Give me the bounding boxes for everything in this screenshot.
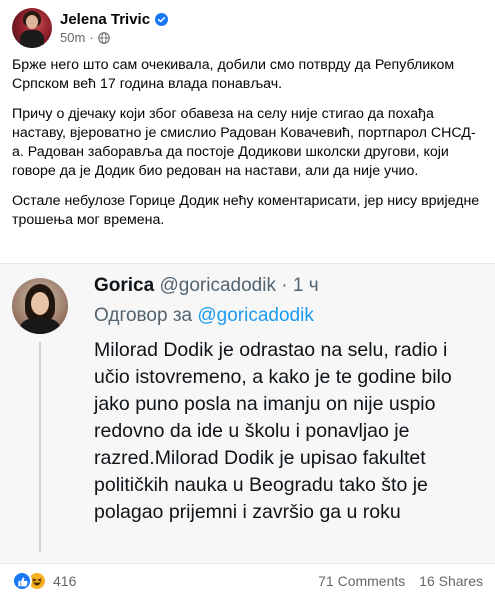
shares-count-link[interactable]: 16 Shares xyxy=(419,573,483,589)
embedded-tweet-screenshot[interactable]: Gorica @goricadodik · 1 ч Одговор за @go… xyxy=(0,263,495,564)
post-footer: 416 71 Comments 16 Shares xyxy=(12,566,483,596)
tweet-time: 1 ч xyxy=(292,275,319,296)
author-avatar[interactable] xyxy=(12,8,52,48)
post-text: Брже него што сам очекивала, добили смо … xyxy=(12,56,482,241)
tweet-separator: · xyxy=(281,275,288,296)
reply-mention: @goricadodik xyxy=(197,305,314,326)
post-paragraph: Брже него што сам очекивала, добили смо … xyxy=(12,57,455,92)
reactions-summary[interactable]: 416 xyxy=(12,571,76,591)
verified-badge-icon xyxy=(155,13,169,26)
facebook-post: Jelena Trivic 50m · Брже него што сам оч… xyxy=(0,0,495,603)
reply-prefix: Одговор за xyxy=(94,305,193,326)
tweet-handle: @goricadodik xyxy=(159,275,276,296)
reaction-count: 416 xyxy=(53,573,77,589)
post-paragraph: Остале небулозе Горице Додик нећу комент… xyxy=(12,193,480,228)
post-time-row: 50m · xyxy=(60,30,168,45)
tweet-author-name: Gorica xyxy=(94,275,155,296)
author-name[interactable]: Jelena Trivic xyxy=(60,11,150,28)
tweet-header: Gorica @goricadodik · 1 ч xyxy=(94,275,319,297)
comments-count-link[interactable]: 71 Comments xyxy=(318,573,405,589)
meta-separator: · xyxy=(89,30,94,45)
tweet-author-avatar xyxy=(12,278,68,334)
post-meta: Jelena Trivic 50m · xyxy=(60,11,169,45)
engagement-stats: 71 Comments 16 Shares xyxy=(318,573,483,589)
post-paragraph: Причу о дјечаку који због обавеза на сел… xyxy=(12,106,476,179)
like-reaction-icon xyxy=(12,571,32,591)
author-name-row: Jelena Trivic xyxy=(60,11,169,28)
tweet-reply-line: Одговор за @goricadodik xyxy=(94,305,314,327)
tweet-body: Milorad Dodik je odrastao na selu, radio… xyxy=(94,339,452,523)
post-header: Jelena Trivic 50m · xyxy=(12,6,169,50)
post-time[interactable]: 50m xyxy=(60,30,85,45)
globe-icon[interactable] xyxy=(97,31,110,44)
thread-line xyxy=(39,342,41,552)
